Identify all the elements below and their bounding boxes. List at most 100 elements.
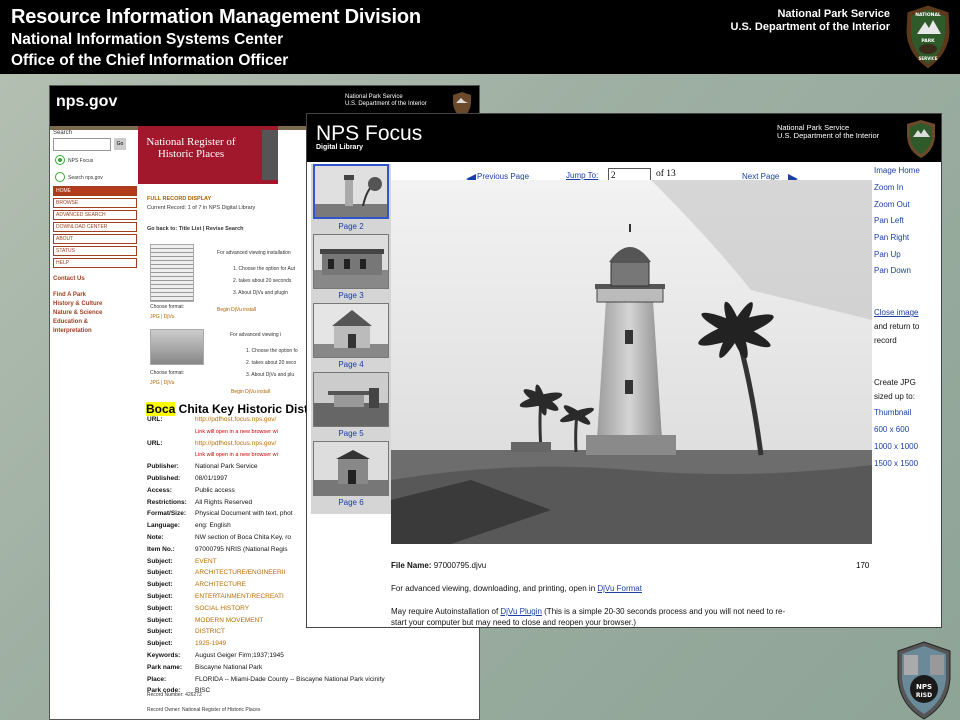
radio-search-nps[interactable] [55,172,65,182]
formats-2[interactable]: JPG | DjVu [150,380,174,386]
thumbnail-page-2[interactable] [313,164,389,219]
record-row[interactable]: Subject: MODERN MOVEMENT [147,617,263,625]
history-culture-link[interactable]: History & Culture [53,301,102,307]
thumbnail-label-page-5[interactable]: Page 5 [311,429,391,438]
back-nav-about[interactable]: ABOUT [53,234,137,244]
size-1500-link[interactable]: 1500 x 1500 [874,459,918,468]
thumbnail-label-page-2[interactable]: Page 2 [311,222,391,231]
pan-up-link[interactable]: Pan Up [874,250,901,259]
record-row: Publisher: National Park Service [147,463,258,471]
thumbnail-page-5[interactable] [313,372,389,427]
record-value: FLORIDA -- Miami-Dade County -- Biscayne… [195,675,385,683]
record-row: Language: eng: English [147,522,231,530]
begin-djvu-2[interactable]: Begin DjVu install [231,389,270,395]
djvu-format-link[interactable]: DjVu Format [597,584,642,593]
record-row[interactable]: Subject: DISTRICT [147,628,225,636]
go-back-links[interactable]: Go back to: Title List | Revise Search [147,226,244,232]
radio-nps-focus[interactable] [55,155,65,165]
pan-right-link[interactable]: Pan Right [874,233,909,242]
interpretation-link[interactable]: Interpretation [53,328,92,334]
contact-us-link[interactable]: Contact Us [53,276,85,282]
record-row[interactable]: Subject: 1925-1949 [147,640,226,648]
record-key: URL: [147,439,163,447]
find-a-park-link[interactable]: Find A Park [53,292,86,298]
record-row[interactable]: Subject: ENTERTAINMENT/RECREATI [147,593,284,601]
document-thumbnail[interactable] [150,244,194,302]
record-key: Format/Size: [147,510,187,518]
thumbnail-page-3[interactable] [313,234,389,289]
sized-up-to-text: sized up to: [874,392,915,401]
thumbnail-size-link[interactable]: Thumbnail [874,408,911,417]
back-nav-download-center[interactable]: DOWNLOAD CENTER [53,222,137,232]
page-count: of 13 [656,169,676,179]
thumbnail-page-4[interactable] [313,303,389,358]
record-value: eng: English [195,522,231,530]
thumbnail-label-page-4[interactable]: Page 4 [311,360,391,369]
back-nav-home[interactable]: HOME [53,186,137,196]
national-register-banner: National Register of Historic Places [138,126,278,184]
front-arrowhead-icon [907,120,935,158]
djvu-plugin-link[interactable]: DjVu Plugin [500,607,542,616]
jump-to-label: Jump To: [566,171,599,180]
record-value[interactable]: ARCHITECTURE [195,581,246,588]
record-key: Item No.: [147,545,175,553]
size-600-link[interactable]: 600 x 600 [874,425,909,434]
record-row[interactable]: Subject: ARCHITECTURE [147,581,246,589]
size-1000-link[interactable]: 1000 x 1000 [874,442,918,451]
record-value[interactable]: ENTERTAINMENT/RECREATI [195,593,284,600]
record-value[interactable]: DISTRICT [195,628,225,635]
record-number: Record Number: 426272 [147,692,202,698]
record-row[interactable]: Subject: SOCIAL HISTORY [147,605,249,613]
photo-thumbnail[interactable] [150,329,204,365]
back-nav-browse[interactable]: BROWSE [53,198,137,208]
record-value[interactable]: MODERN MOVEMENT [195,617,263,624]
record-row[interactable]: Subject: ARCHITECTURE/ENGINEERII [147,569,285,577]
record-row: Published: 08/01/1997 [147,475,228,483]
back-nav-help[interactable]: HELP [53,258,137,268]
record-key: Access: [147,486,172,494]
close-image-link[interactable]: Close image [874,308,918,317]
thumbnail-label-page-6[interactable]: Page 6 [311,498,391,507]
autoinstall-row: May require Autoinstallation of DjVu Plu… [391,607,785,616]
education-link[interactable]: Education & [53,319,88,325]
record-row[interactable]: URL: http://pdfhost.focus.nps.gov/ [147,416,276,424]
nps-focus-subtitle: Digital Library [316,144,364,151]
zoom-in-link[interactable]: Zoom In [874,183,903,192]
record-value[interactable]: SOCIAL HISTORY [195,605,249,612]
back-nav-status[interactable]: STATUS [53,246,137,256]
record-value[interactable]: http://pdfhost.focus.nps.gov/ [195,440,276,447]
autoinstall-rest: (This is a simple 20-30 seconds process … [541,607,786,616]
pan-left-link[interactable]: Pan Left [874,216,904,225]
nature-science-link[interactable]: Nature & Science [53,310,102,316]
front-agency-line2: U.S. Department of the Interior [777,131,880,140]
record-value[interactable]: EVENT [195,558,217,565]
thumbnail-page-6[interactable] [313,441,389,496]
back-search-input[interactable] [53,138,111,151]
lighthouse-page-image[interactable] [391,180,872,544]
record-owner: Record Owner: National Register of Histo… [147,707,261,713]
adv2-step3: 3. About DjVu and plu [246,372,295,378]
record-row: Format/Size: Physical Document with text,… [147,510,293,518]
pan-down-link[interactable]: Pan Down [874,266,911,275]
record-value[interactable]: http://pdfhost.focus.nps.gov/ [195,416,276,423]
record-value[interactable]: ARCHITECTURE/ENGINEERII [195,569,285,576]
back-go-button[interactable]: Go [114,138,126,150]
begin-djvu-1[interactable]: Begin DjVu install [217,307,256,313]
record-key: Publisher: [147,463,179,471]
formats-1[interactable]: JPG | DjVu [150,314,174,320]
current-record-text: Current Record: 1 of 7 in NPS Digital Li… [147,205,256,211]
nps-gov-logo: nps.gov [56,93,118,110]
page-thumbnail-strip: Page 2 Page 3 Page 4 Page 5 Page 6 [311,164,391,514]
record-row: Restrictions: All Rights Reserved [147,499,252,507]
adv1-step1: 1. Choose the option for Aut [233,266,295,272]
restart-note: start your computer but may need to clos… [391,618,637,627]
record-key: Park name: [147,663,183,671]
record-row[interactable]: URL: http://pdfhost.focus.nps.gov/ [147,440,276,448]
record-row[interactable]: Subject: EVENT [147,558,217,566]
back-nav-advanced-search[interactable]: ADVANCED SEARCH [53,210,137,220]
zoom-out-link[interactable]: Zoom Out [874,200,910,209]
image-home-link[interactable]: Image Home [874,166,920,175]
thumbnail-label-page-3[interactable]: Page 3 [311,291,391,300]
record-key: Subject: [147,557,173,565]
record-value[interactable]: 1925-1949 [195,640,226,647]
